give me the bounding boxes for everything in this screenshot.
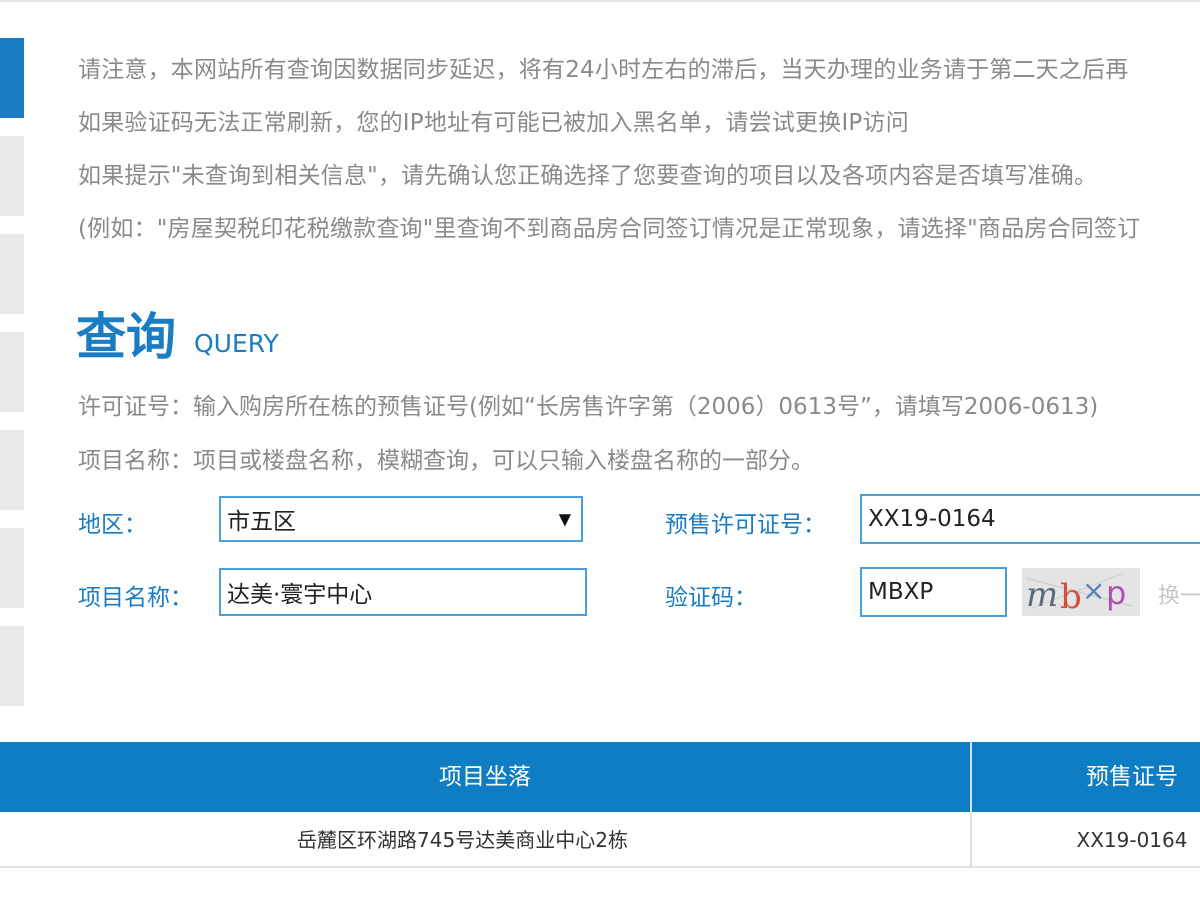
captcha-image[interactable]: m b × p xyxy=(1022,568,1140,616)
row-location: 岳麓区环湖路745号达美商业中心2栋 xyxy=(297,828,628,852)
svg-text:b: b xyxy=(1060,577,1082,616)
help-line-project: 项目名称：项目或楼盘名称，模糊查询，可以只输入楼盘名称的一部分。 xyxy=(78,448,814,474)
table-row[interactable]: 岳麓区环湖路745号达美商业中心2栋 XX19-0164 xyxy=(0,812,1200,868)
permit-label: 预售许可证号： xyxy=(665,512,826,538)
query-heading: 查询 QUERY xyxy=(76,298,279,362)
query-title-en: QUERY xyxy=(194,329,279,358)
header-permit: 预售证号 xyxy=(1086,764,1178,790)
svg-text:m: m xyxy=(1026,575,1058,615)
region-select[interactable]: 市五区 ▼ xyxy=(219,496,583,542)
project-label: 项目名称： xyxy=(78,585,193,611)
help-line-permit: 许可证号：输入购房所在栋的预售证号(例如“长房售许字第（2006）0613号”，… xyxy=(78,394,1099,420)
notice-line: (例如："房屋契税印花税缴款查询"里查询不到商品房合同签订情况是正常现象，请选择… xyxy=(78,216,1141,242)
captcha-label: 验证码： xyxy=(665,585,757,611)
project-input[interactable]: 达美·寰宇中心 xyxy=(219,568,587,616)
results-table-header: 项目坐落 预售证号 xyxy=(0,742,1200,812)
side-tab[interactable] xyxy=(0,234,24,314)
query-title-cn: 查询 xyxy=(76,308,176,366)
page: 请注意，本网站所有查询因数据同步延迟，将有24小时左右的滞后，当天办理的业务请于… xyxy=(0,0,1200,900)
notice-line: 请注意，本网站所有查询因数据同步延迟，将有24小时左右的滞后，当天办理的业务请于… xyxy=(78,57,1129,83)
side-tab[interactable] xyxy=(0,430,24,510)
side-tab[interactable] xyxy=(0,528,24,608)
captcha-input[interactable]: MBXP xyxy=(860,567,1007,617)
permit-input[interactable]: XX19-0164 xyxy=(860,494,1200,544)
side-tab[interactable] xyxy=(0,332,24,412)
row-permit[interactable]: XX19-0164 xyxy=(972,812,1200,868)
permit-input-value: XX19-0164 xyxy=(868,506,996,532)
notice-line: 如果提示"未查询到相关信息"，请先确认您正确选择了您要查询的项目以及各项内容是否… xyxy=(78,163,1098,189)
region-label: 地区： xyxy=(78,512,147,538)
side-tab[interactable] xyxy=(0,136,24,216)
captcha-input-value: MBXP xyxy=(868,579,934,605)
project-input-value: 达美·寰宇中心 xyxy=(227,582,373,608)
svg-text:p: p xyxy=(1106,574,1126,612)
captcha-graphic: m b × p xyxy=(1022,568,1140,616)
region-select-value: 市五区 xyxy=(227,509,296,535)
svg-text:×: × xyxy=(1082,574,1105,607)
refresh-captcha-link[interactable]: 换一 xyxy=(1158,578,1200,610)
side-tab-active[interactable] xyxy=(0,38,24,118)
notice-line: 如果验证码无法正常刷新，您的IP地址有可能已被加入黑名单，请尝试更换IP访问 xyxy=(78,110,909,136)
header-location: 项目坐落 xyxy=(439,764,531,790)
side-tab[interactable] xyxy=(0,626,24,706)
top-divider xyxy=(0,0,1200,2)
chevron-down-icon: ▼ xyxy=(558,509,571,529)
